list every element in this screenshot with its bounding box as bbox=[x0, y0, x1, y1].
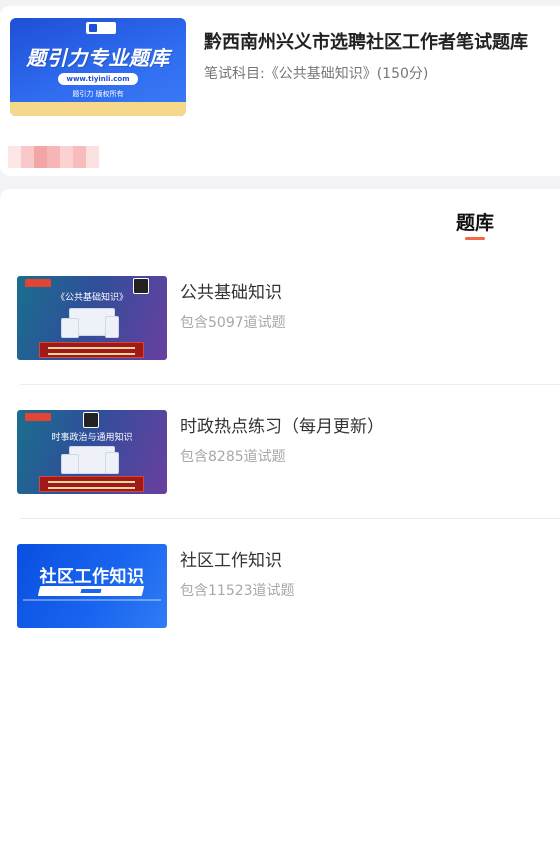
cover-bottom-band bbox=[10, 102, 186, 116]
bank-thumbnail[interactable]: 时事政治与通用知识 bbox=[17, 410, 167, 494]
bank-list-item[interactable]: 《公共基础知识》 公共基础知识 包含5097道试题 bbox=[17, 276, 560, 360]
bank-count: 包含11523道试题 bbox=[180, 583, 295, 599]
tab-question-bank[interactable]: 题库 bbox=[456, 208, 494, 235]
exam-cover-image[interactable]: 题引力专业题库 www.tiyinli.com 题引力 版权所有 bbox=[10, 18, 186, 116]
thumb-heading: 社区工作知识 bbox=[39, 567, 145, 587]
blur-pixel bbox=[86, 146, 99, 168]
thumb-logo bbox=[83, 412, 99, 428]
cover-rights: 题引力 版权所有 bbox=[72, 90, 124, 98]
exam-header-card: 题引力专业题库 www.tiyinli.com 题引力 版权所有 黔西南州兴义市… bbox=[0, 6, 560, 176]
bank-thumbnail[interactable]: 社区工作知识 bbox=[17, 544, 167, 628]
bank-title: 公共基础知识 bbox=[180, 283, 282, 303]
bank-title: 社区工作知识 bbox=[180, 551, 282, 571]
thumb-device-icon bbox=[61, 318, 79, 338]
thumb-band bbox=[37, 586, 145, 596]
exam-subject: 笔试科目:《公共基础知识》(150分) bbox=[204, 66, 429, 82]
exam-title: 黔西南州兴义市选聘社区工作者笔试题库 bbox=[204, 32, 528, 53]
thumb-red-banner bbox=[39, 476, 144, 492]
blur-pixel bbox=[73, 146, 86, 168]
tab-active-indicator bbox=[465, 237, 485, 240]
thumb-red-banner bbox=[39, 342, 144, 358]
thumb-device-icon bbox=[61, 454, 79, 474]
thumb-tag bbox=[25, 279, 51, 287]
thumb-device-icon bbox=[105, 452, 119, 474]
thumb-heading: 《公共基础知识》 bbox=[55, 293, 128, 303]
blur-pixel bbox=[47, 146, 60, 168]
blur-pixel bbox=[21, 146, 34, 168]
blur-pixel bbox=[34, 146, 47, 168]
bank-count: 包含8285道试题 bbox=[180, 449, 286, 465]
thumb-device-icon bbox=[105, 316, 119, 338]
bank-count: 包含5097道试题 bbox=[180, 315, 286, 331]
thumb-line bbox=[23, 599, 161, 601]
cover-logo-badge bbox=[86, 22, 116, 34]
cover-title: 题引力专业题库 bbox=[26, 46, 170, 70]
blur-pixel bbox=[8, 146, 21, 168]
bank-list-item[interactable]: 时事政治与通用知识 时政热点练习（每月更新） 包含8285道试题 bbox=[17, 410, 560, 494]
cover-url: www.tiyinli.com bbox=[58, 73, 138, 85]
question-bank-card: 题库 《公共基础知识》 公共基础知识 包含5097道试题 时事政治与通用知识 时… bbox=[0, 189, 560, 861]
thumb-heading: 时事政治与通用知识 bbox=[51, 433, 133, 443]
bank-title: 时政热点练习（每月更新） bbox=[180, 417, 384, 437]
blurred-content bbox=[8, 146, 99, 168]
thumb-tag bbox=[25, 413, 51, 421]
divider bbox=[20, 518, 560, 519]
bank-thumbnail[interactable]: 《公共基础知识》 bbox=[17, 276, 167, 360]
divider bbox=[20, 384, 560, 385]
bank-list-item[interactable]: 社区工作知识 社区工作知识 包含11523道试题 bbox=[17, 544, 560, 628]
blur-pixel bbox=[60, 146, 73, 168]
